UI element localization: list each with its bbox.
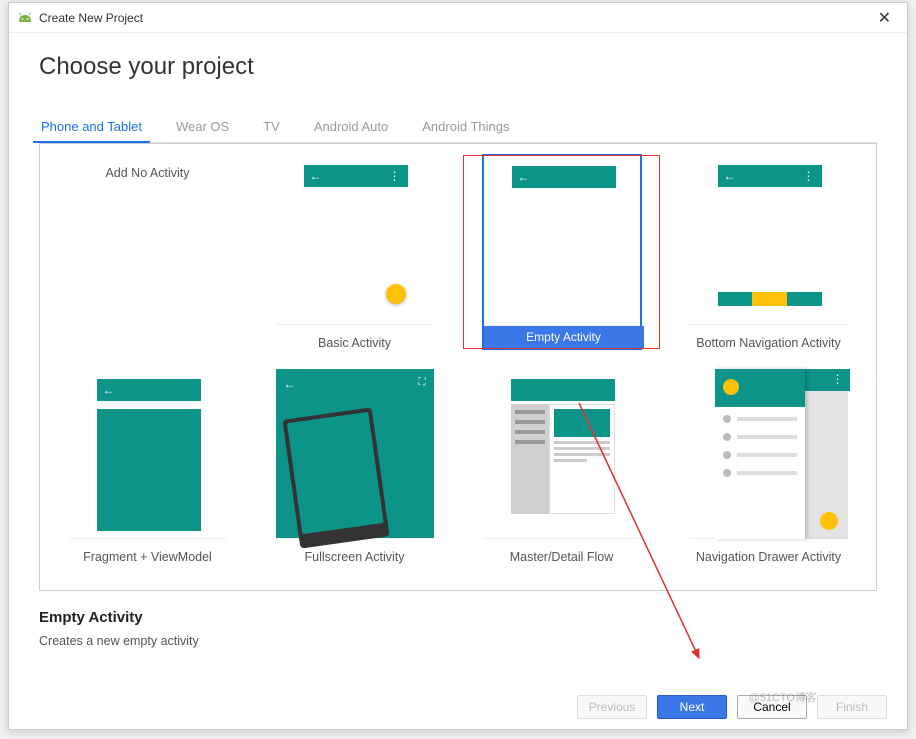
back-arrow-icon: ←: [103, 383, 115, 397]
back-arrow-icon: ←: [518, 170, 530, 184]
template-fullscreen[interactable]: ←⛶ Fullscreen Activity: [255, 368, 454, 574]
titlebar: Create New Project ✕: [9, 3, 907, 33]
previous-button: Previous: [577, 695, 647, 719]
thumb-fragment-vm: ←: [69, 369, 227, 539]
tab-android-things[interactable]: Android Things: [420, 111, 511, 142]
tab-phone-tablet[interactable]: Phone and Tablet: [39, 111, 144, 142]
overflow-icon: ⋮: [389, 169, 402, 183]
template-label: Basic Activity: [314, 326, 395, 360]
back-arrow-icon: ←: [284, 377, 296, 391]
content-area: Choose your project Phone and Tablet Wea…: [9, 33, 907, 660]
template-label: Add No Activity: [101, 156, 193, 190]
template-nav-drawer[interactable]: Navigation Drawer Activity: [669, 368, 868, 574]
overflow-icon: ⋮: [803, 169, 816, 183]
dialog-window: Create New Project ✕ Choose your project…: [8, 2, 908, 730]
back-arrow-icon: ←: [310, 169, 322, 183]
thumb-master-detail: [483, 369, 641, 539]
selection-title: Empty Activity: [39, 609, 877, 626]
tab-bar: Phone and Tablet Wear OS TV Android Auto…: [39, 111, 877, 143]
template-grid: Add No Activity ←⋮ Basic Activity ← Empt…: [48, 154, 868, 574]
footer-buttons: Previous Next Cancel Finish: [577, 695, 887, 719]
back-arrow-icon: ←: [724, 169, 736, 183]
next-button[interactable]: Next: [657, 695, 727, 719]
selection-description: Creates a new empty activity: [39, 634, 877, 648]
thumb-bottomnav: ←⋮: [690, 155, 848, 325]
template-selected-label: Empty Activity: [484, 326, 644, 348]
tab-wear-os[interactable]: Wear OS: [174, 111, 231, 142]
template-add-no-activity[interactable]: Add No Activity: [48, 154, 247, 360]
tab-android-auto[interactable]: Android Auto: [312, 111, 390, 142]
template-basic-activity[interactable]: ←⋮ Basic Activity: [255, 154, 454, 360]
template-label: Master/Detail Flow: [506, 540, 618, 574]
template-label: Fragment + ViewModel: [79, 540, 216, 574]
template-fragment-viewmodel[interactable]: ← Fragment + ViewModel: [48, 368, 247, 574]
fab-icon: [820, 512, 838, 530]
close-icon[interactable]: ✕: [870, 6, 899, 30]
template-grid-container: Add No Activity ←⋮ Basic Activity ← Empt…: [39, 143, 877, 591]
fab-icon: [386, 284, 406, 304]
thumb-basic: ←⋮: [276, 155, 434, 325]
thumb-nav-drawer: [690, 369, 848, 539]
finish-button: Finish: [817, 695, 887, 719]
watermark-text: @51CTO博客: [749, 689, 817, 705]
template-master-detail[interactable]: Master/Detail Flow: [462, 368, 661, 574]
android-icon: [17, 12, 33, 24]
template-label: Navigation Drawer Activity: [692, 540, 845, 574]
template-bottom-nav[interactable]: ←⋮ Bottom Navigation Activity: [669, 154, 868, 360]
expand-icon: ⛶: [419, 377, 426, 388]
thumb-fullscreen: ←⛶: [276, 369, 434, 539]
thumb-empty: ←: [484, 156, 640, 326]
page-title: Choose your project: [39, 53, 877, 81]
template-empty-activity[interactable]: ← Empty Activity: [462, 154, 661, 360]
template-label: Bottom Navigation Activity: [692, 326, 845, 360]
tab-tv[interactable]: TV: [261, 111, 282, 142]
titlebar-title: Create New Project: [39, 11, 870, 25]
